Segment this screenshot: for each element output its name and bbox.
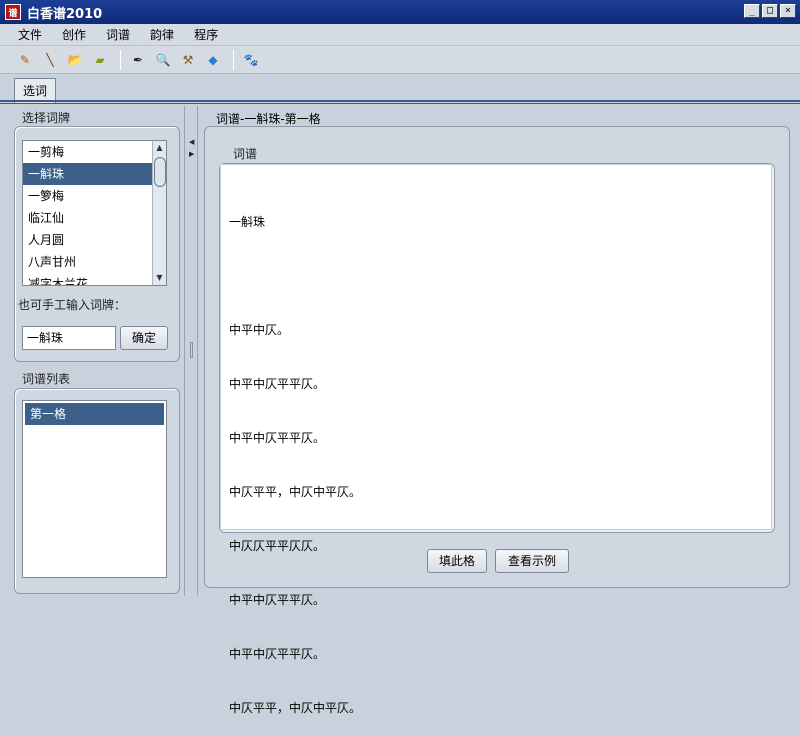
format-list-label: 词谱列表: [22, 372, 71, 386]
title-bar: 谱 白香谱2010 _ □ ×: [0, 0, 800, 24]
list-item-selected[interactable]: 第一格: [25, 403, 164, 425]
tone-line: 中仄平平，中仄中平仄。: [229, 701, 362, 715]
manual-input-label: 也可手工输入词牌：: [18, 298, 127, 312]
list-item[interactable]: 临江仙: [23, 207, 166, 229]
format-listbox[interactable]: 第一格: [22, 400, 167, 578]
tag-icon[interactable]: ◆: [202, 49, 224, 71]
list-scrollbar[interactable]: ▲ ▼: [152, 141, 166, 285]
toolbar: ✎ ╲ 📂 ▰ ✒ 🔍 ⚒ ◆ 🐾: [0, 46, 800, 74]
menu-program[interactable]: 程序: [184, 26, 228, 43]
menu-file[interactable]: 文件: [8, 26, 52, 43]
panel-splitter[interactable]: ◀ ▶: [184, 106, 198, 596]
pen-nib-icon[interactable]: ✒: [127, 49, 149, 71]
brush-icon[interactable]: ╲: [39, 49, 61, 71]
menu-bar: 文件 创作 词谱 韵律 程序: [0, 24, 800, 46]
tone-line: 中仄平平，中仄中平仄。: [229, 485, 362, 499]
minimize-button[interactable]: _: [744, 4, 760, 18]
tone-line: 中平中仄。: [229, 323, 290, 337]
cipu-title: 词谱-一斛珠-第一格: [216, 112, 321, 126]
maximize-button[interactable]: □: [762, 4, 778, 18]
collapse-left-icon[interactable]: ◀: [189, 138, 194, 146]
list-item[interactable]: 减字木兰花: [23, 273, 166, 285]
tone-line: 中平中仄平平仄。: [229, 377, 326, 391]
cipu-heading: 一斛珠: [229, 215, 266, 229]
toolbar-separator: [120, 49, 121, 70]
expand-right-icon[interactable]: ▶: [189, 150, 194, 158]
list-item[interactable]: 一箩梅: [23, 185, 166, 207]
scroll-up-icon[interactable]: ▲: [153, 141, 166, 155]
magnifier-icon[interactable]: 🔍: [152, 49, 174, 71]
window-controls: _ □ ×: [744, 4, 796, 18]
cipu-group-label: 词谱: [233, 147, 258, 161]
tone-line: 中平中仄平平仄。: [229, 593, 326, 607]
tone-line: 中仄仄平平仄仄。: [229, 539, 326, 553]
app-logo-icon: 谱: [5, 4, 21, 20]
cipu-text-area[interactable]: 一斛珠 中平中仄。 中平中仄平平仄。 中平中仄平平仄。 中仄平平，中仄中平仄。 …: [220, 164, 772, 715]
list-item[interactable]: 一剪梅: [23, 141, 166, 163]
tools-icon[interactable]: ⚒: [177, 49, 199, 71]
cipai-listbox[interactable]: 一剪梅 一斛珠 一箩梅 临江仙 人月圆 八声甘州 减字木兰花 ▲ ▼: [22, 140, 167, 286]
tone-line: 中平中仄平平仄。: [229, 647, 326, 661]
splitter-grip[interactable]: [190, 342, 193, 358]
window-title: 白香谱2010: [27, 6, 103, 22]
eraser-icon[interactable]: ▰: [89, 49, 111, 71]
tone-line: 中平中仄平平仄。: [229, 431, 326, 445]
confirm-button[interactable]: 确定: [120, 326, 168, 350]
menu-compose[interactable]: 创作: [52, 26, 96, 43]
select-cipai-label: 选择词牌: [22, 111, 71, 125]
cipai-input[interactable]: 一斛珠: [22, 326, 116, 350]
close-button[interactable]: ×: [780, 4, 796, 18]
list-item-selected[interactable]: 一斛珠: [23, 163, 166, 185]
pencil-icon[interactable]: ✎: [14, 49, 36, 71]
open-folder-icon[interactable]: 📂: [64, 49, 86, 71]
scroll-down-icon[interactable]: ▼: [153, 271, 166, 285]
tab-divider: [0, 100, 800, 104]
toolbar-separator: [233, 49, 234, 70]
paw-icon[interactable]: 🐾: [240, 49, 262, 71]
menu-cipu[interactable]: 词谱: [96, 26, 140, 43]
list-item[interactable]: 八声甘州: [23, 251, 166, 273]
list-item[interactable]: 人月圆: [23, 229, 166, 251]
menu-rhyme[interactable]: 韵律: [140, 26, 184, 43]
left-panel: 选择词牌 一剪梅 一斛珠 一箩梅 临江仙 人月圆 八声甘州 减字木兰花 ▲ ▼ …: [8, 106, 183, 596]
scroll-thumb[interactable]: [154, 157, 166, 187]
